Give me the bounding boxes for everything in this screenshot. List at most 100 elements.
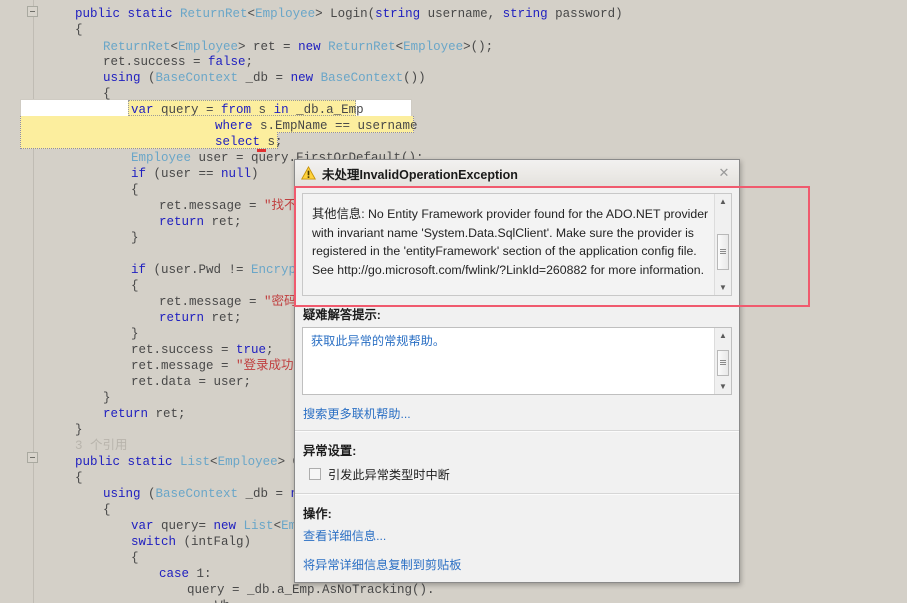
code-token: static — [127, 7, 181, 21]
tips-scroll-up-arrow-icon[interactable]: ▲ — [715, 328, 731, 343]
dialog-title-bar: 未处理InvalidOperationException ✕ — [295, 160, 739, 187]
search-online-help-link[interactable]: 搜索更多联机帮助... — [295, 395, 739, 430]
code-token: (user.Pwd != — [153, 263, 252, 277]
code-line: ret.success = false; — [0, 55, 253, 71]
code-line: } — [0, 327, 139, 343]
code-token: query = — [161, 103, 222, 117]
code-line: var query= new List<Emp — [0, 519, 304, 535]
code-token: ret.success = — [131, 343, 237, 357]
code-token: if — [131, 167, 154, 181]
code-token: 1: — [196, 567, 212, 581]
code-token: username, — [420, 7, 503, 21]
code-token: ret.message = — [159, 295, 265, 309]
troubleshooting-label: 疑难解答提示: — [303, 308, 381, 322]
screen: public static ReturnRet<Employee> Login(… — [0, 0, 907, 603]
code-token: where — [215, 119, 261, 133]
code-token: { — [131, 183, 139, 197]
break-on-exception-row[interactable]: 引发此异常类型时中断 — [295, 463, 739, 493]
code-token: ret.success = — [103, 55, 209, 69]
code-line: ret.message = "找不 — [0, 199, 297, 215]
exception-message-box[interactable]: 其他信息: No Entity Framework provider found… — [302, 193, 732, 296]
code-token: ReturnRet — [328, 40, 396, 54]
code-token: new — [290, 71, 321, 85]
troubleshooting-tip-link[interactable]: 获取此异常的常规帮助。 — [303, 328, 731, 354]
tips-scroll-down-arrow-icon[interactable]: ▼ — [715, 379, 731, 394]
code-line: return ret; — [0, 407, 186, 423]
code-line: public static ReturnRet<Employee> Login(… — [0, 7, 623, 23]
code-token: Employee — [217, 455, 278, 469]
code-token: { — [75, 23, 83, 37]
code-token: select — [215, 135, 268, 149]
code-token: BaseContext — [320, 71, 404, 85]
code-line: { — [0, 23, 83, 39]
code-line: ret.message = "密码 — [0, 295, 297, 311]
code-token: < — [395, 40, 404, 54]
message-scrollbar[interactable]: ▲ ▼ — [714, 194, 731, 295]
actions-label: 操作: — [303, 507, 332, 521]
break-on-exception-checkbox[interactable] — [309, 468, 321, 480]
code-token: Wh — [215, 599, 230, 603]
code-line: case 1: — [0, 567, 212, 583]
code-token: new — [213, 519, 244, 533]
exception-helper-dialog[interactable]: 未处理InvalidOperationException ✕ 其他信息: No … — [294, 159, 740, 583]
tips-scrollbar-thumb[interactable] — [717, 350, 729, 376]
code-token: Employee — [255, 7, 316, 21]
code-token: ret; — [211, 311, 242, 325]
code-token: { — [131, 279, 139, 293]
code-token: using — [103, 487, 149, 501]
code-token: > ret = — [238, 40, 299, 54]
code-line: if (user == null) — [0, 167, 259, 183]
scrollbar-thumb[interactable] — [717, 234, 729, 270]
code-token: } — [75, 423, 83, 437]
code-token: { — [103, 87, 111, 101]
code-token: var — [131, 103, 162, 117]
scroll-up-arrow-icon[interactable]: ▲ — [715, 194, 731, 209]
code-token: string — [375, 7, 421, 21]
code-line: if (user.Pwd != Encrypt — [0, 263, 304, 279]
code-token: 3 个引用 — [75, 439, 128, 453]
code-token: _db = — [238, 71, 291, 85]
action-view-detail-link[interactable]: 查看详细信息... — [295, 526, 739, 555]
code-line: using (BaseContext _db = new BaseContext… — [0, 71, 426, 87]
code-line: select s; — [0, 135, 283, 151]
break-on-exception-label: 引发此异常类型时中断 — [328, 468, 450, 482]
code-line: } — [0, 391, 111, 407]
code-token: List — [243, 519, 274, 533]
code-token: Employee — [131, 151, 192, 165]
exception-message-text: 其他信息: No Entity Framework provider found… — [312, 207, 709, 277]
code-token: BaseContext — [155, 487, 239, 501]
code-token: } — [103, 391, 111, 405]
tips-scrollbar[interactable]: ▲ ▼ — [714, 328, 731, 394]
code-line: } — [0, 231, 139, 247]
code-token: query= — [161, 519, 214, 533]
code-token: null — [221, 167, 252, 181]
code-token: ret.message = — [159, 199, 265, 213]
code-token: < — [247, 7, 256, 21]
code-token: ()) — [403, 71, 426, 85]
code-token: s.EmpName == username — [260, 119, 418, 133]
code-token: ; — [266, 343, 274, 357]
code-token: public — [75, 7, 128, 21]
code-line: return ret; — [0, 215, 242, 231]
close-icon[interactable]: ✕ — [717, 166, 731, 180]
code-line: query = _db.a_Emp.AsNoTracking(). — [0, 583, 435, 599]
scroll-down-arrow-icon[interactable]: ▼ — [715, 280, 731, 295]
exception-settings-label: 异常设置: — [303, 444, 357, 458]
code-token: return — [103, 407, 156, 421]
code-token: switch — [131, 535, 184, 549]
code-line: { — [0, 471, 83, 487]
code-token: if — [131, 263, 154, 277]
actions-section: 操作: 查看详细信息... 将异常详细信息复制到剪贴板 打开异常设置 — [295, 495, 739, 582]
code-token: _db = — [238, 487, 291, 501]
troubleshooting-box[interactable]: 获取此异常的常规帮助。 ▲ ▼ — [302, 327, 732, 395]
code-token: ret; — [211, 215, 242, 229]
code-line: { — [0, 183, 139, 199]
code-line: { — [0, 87, 111, 103]
code-token: ) — [251, 167, 259, 181]
action-copy-to-clipboard-link[interactable]: 将异常详细信息复制到剪贴板 — [295, 555, 739, 582]
code-line: ret.success = true; — [0, 343, 274, 359]
code-token: case — [159, 567, 197, 581]
code-token: query = _db.a_Emp.AsNoTracking(). — [187, 583, 435, 597]
code-token: BaseContext — [155, 71, 239, 85]
code-line: 3 个引用 — [0, 439, 128, 455]
